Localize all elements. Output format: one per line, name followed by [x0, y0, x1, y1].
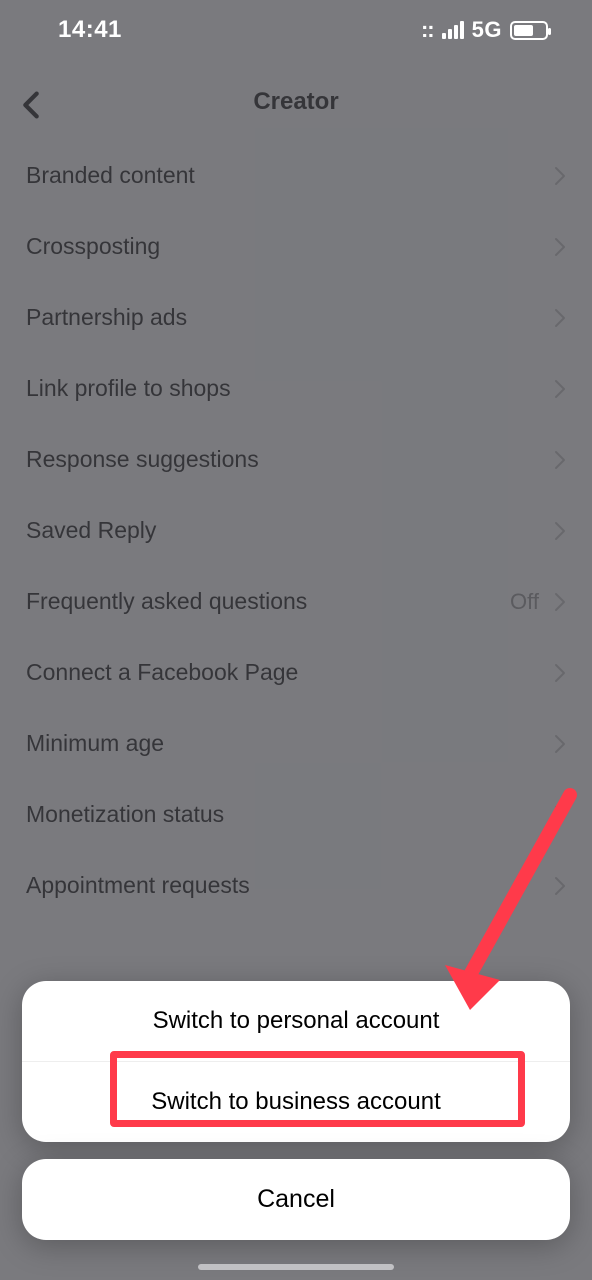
home-indicator	[198, 1264, 394, 1270]
cancel-sheet: Cancel	[22, 1159, 570, 1240]
clock: 14:41	[58, 16, 122, 44]
option-switch-personal[interactable]: Switch to personal account	[22, 981, 570, 1061]
signal-bars-icon	[442, 21, 464, 39]
network-label: 5G	[472, 17, 502, 43]
signal-dots-icon: ::	[421, 19, 434, 41]
cancel-button[interactable]: Cancel	[22, 1159, 570, 1240]
battery-icon	[510, 21, 548, 40]
option-switch-business[interactable]: Switch to business account	[22, 1061, 570, 1142]
action-sheet: Switch to personal account Switch to bus…	[22, 981, 570, 1142]
status-right: :: 5G	[421, 17, 548, 43]
status-bar: 14:41 :: 5G	[0, 0, 592, 60]
